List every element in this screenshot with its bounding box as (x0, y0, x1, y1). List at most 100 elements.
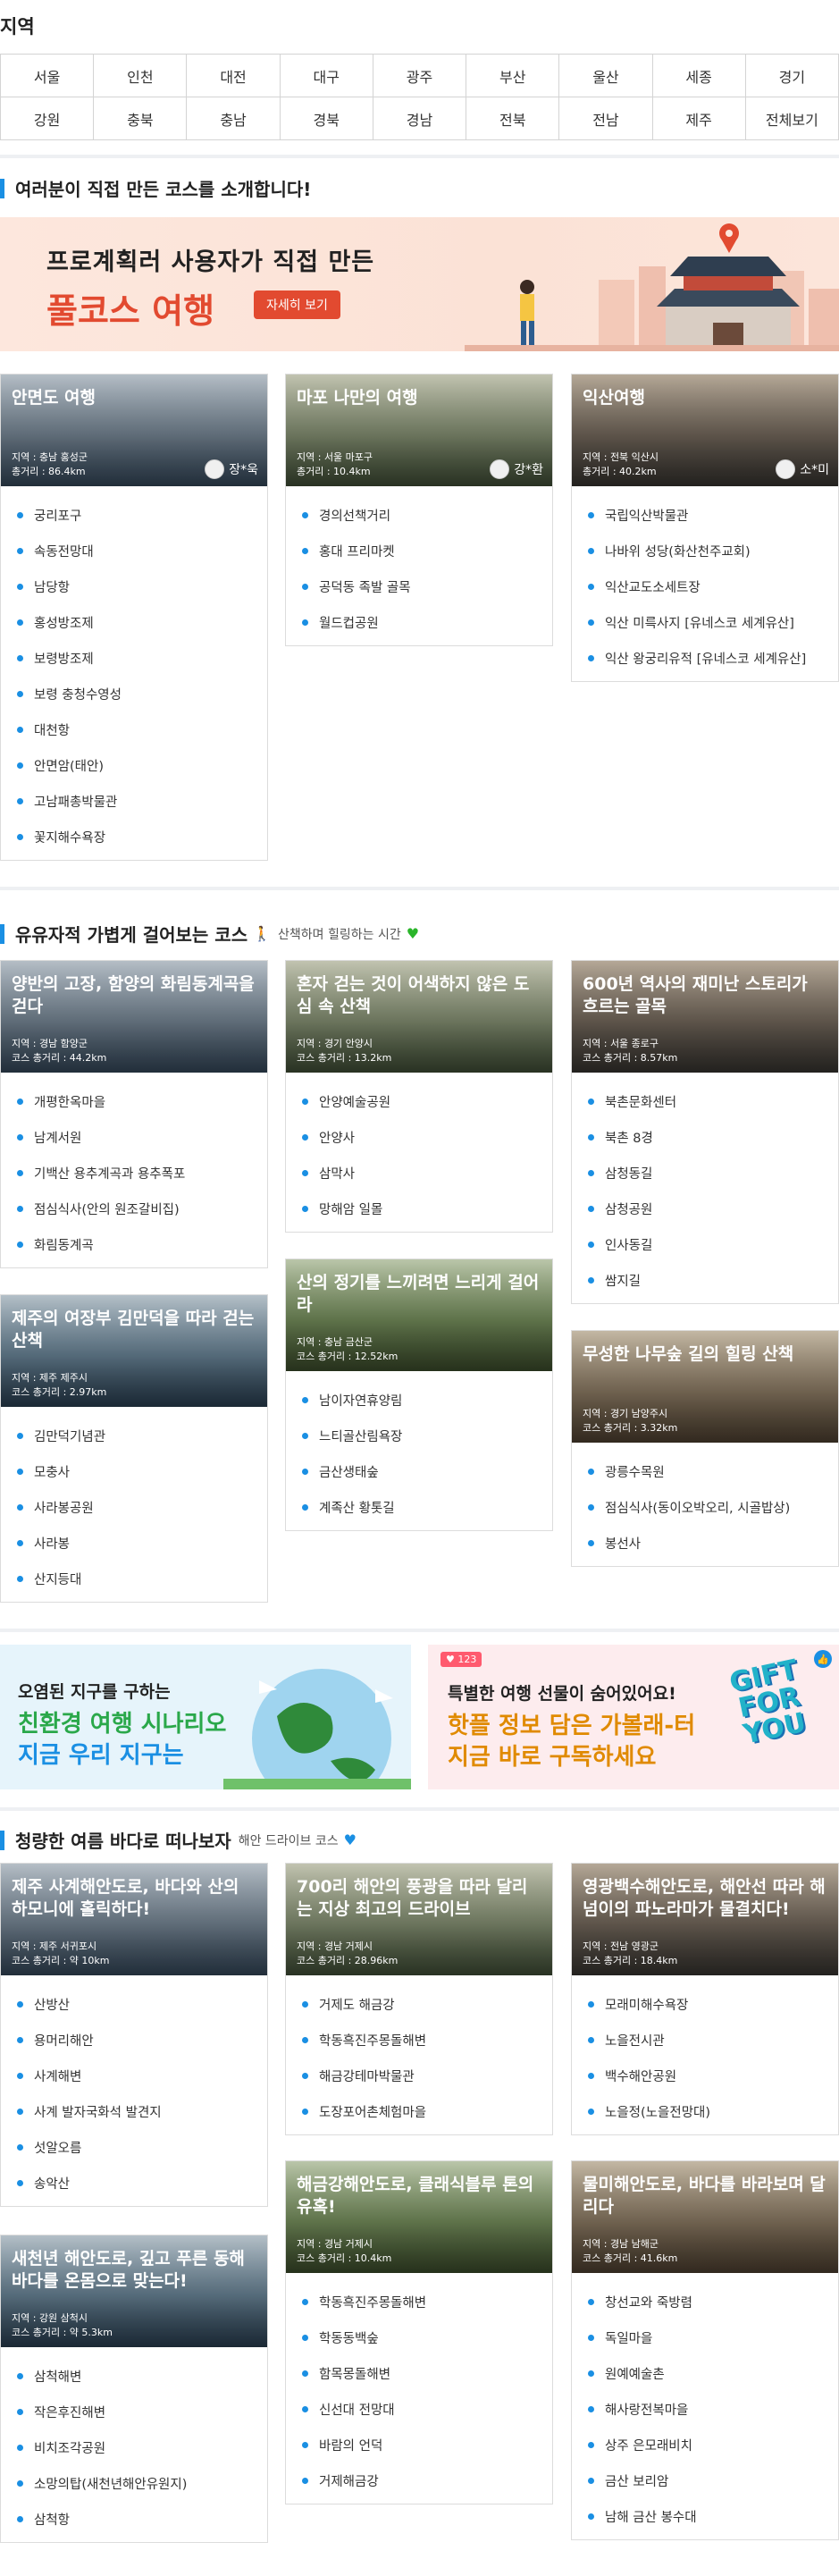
course-stop[interactable]: 백수해안공원 (588, 2058, 822, 2093)
course-stop[interactable]: 신선대 전망대 (302, 2391, 536, 2427)
course-card[interactable]: 700리 해안의 풍광을 따라 달리는 지상 최고의 드라이브 지역 : 경남 거… (285, 1863, 553, 2135)
course-stop[interactable]: 화림동계곡 (17, 1226, 251, 1262)
course-stop[interactable]: 북촌문화센터 (588, 1083, 822, 1119)
course-stop[interactable]: 점심식사(동이오박오리, 시골밥상) (588, 1489, 822, 1525)
course-stop[interactable]: 삼막사 (302, 1155, 536, 1191)
course-stop[interactable]: 망해암 일몰 (302, 1191, 536, 1226)
course-stop[interactable]: 점심식사(안의 원조갈비집) (17, 1191, 251, 1226)
course-stop[interactable]: 남당항 (17, 568, 251, 604)
course-stop[interactable]: 꽃지해수욕장 (17, 819, 251, 854)
course-stop[interactable]: 계족산 황톳길 (302, 1489, 536, 1525)
course-stop[interactable]: 창선교와 죽방렴 (588, 2284, 822, 2319)
course-stop[interactable]: 궁리포구 (17, 497, 251, 533)
region-15[interactable]: 전남 (559, 97, 653, 140)
course-stop[interactable]: 익산교도소세트장 (588, 568, 822, 604)
course-stop[interactable]: 비치조각공원 (17, 2429, 251, 2465)
course-stop[interactable]: 함목몽돌해변 (302, 2355, 536, 2391)
region-8[interactable]: 경기 (745, 55, 839, 97)
course-card[interactable]: 물미해안도로, 바다를 바라보며 달리다 지역 : 경남 남해군 코스 총거리 : … (571, 2160, 839, 2540)
course-stop[interactable]: 남계서원 (17, 1119, 251, 1155)
course-stop[interactable]: 쌈지길 (588, 1262, 822, 1298)
course-photo[interactable]: 혼자 걷는 것이 어색하지 않은 도심 속 산책 지역 : 경기 안양시 코스 총거… (286, 961, 552, 1073)
course-stop[interactable]: 안양사 (302, 1119, 536, 1155)
course-stop[interactable]: 섯알오름 (17, 2129, 251, 2165)
course-stop[interactable]: 고남패총박물관 (17, 783, 251, 819)
course-card[interactable]: 제주의 여장부 김만덕을 따라 걷는 산책 지역 : 제주 제주시 코스 총거리 :… (0, 1294, 268, 1603)
course-stop[interactable]: 모충사 (17, 1453, 251, 1489)
course-stop[interactable]: 안면암(태안) (17, 747, 251, 783)
course-stop[interactable]: 원예예술촌 (588, 2355, 822, 2391)
course-photo[interactable]: 제주 사계해안도로, 바다와 산의 하모니에 홀릭하다! 지역 : 제주 서귀포시… (1, 1864, 267, 1975)
course-stop[interactable]: 산방산 (17, 1986, 251, 2022)
course-photo[interactable]: 영광백수해안도로, 해안선 따라 해넘이의 파노라마가 물결치다! 지역 : 전남… (572, 1864, 838, 1975)
course-photo[interactable]: 익산여행 지역 : 전북 익산시 총거리 : 40.2km 소*미 (572, 375, 838, 486)
course-photo[interactable]: 700리 해안의 풍광을 따라 달리는 지상 최고의 드라이브 지역 : 경남 거… (286, 1864, 552, 1975)
course-stop[interactable]: 북촌 8경 (588, 1119, 822, 1155)
course-stop[interactable]: 보령방조제 (17, 640, 251, 676)
subscription-banner[interactable]: ♥ 123 특별한 여행 선물이 숨어있어요! 핫플 정보 담은 가볼래-터 지… (428, 1645, 839, 1789)
region-9[interactable]: 강원 (1, 97, 95, 140)
course-stop[interactable]: 송악산 (17, 2165, 251, 2201)
course-stop[interactable]: 나바위 성당(화산천주교회) (588, 533, 822, 568)
course-stop[interactable]: 개평한옥마을 (17, 1083, 251, 1119)
course-stop[interactable]: 모래미해수욕장 (588, 1986, 822, 2022)
course-photo[interactable]: 양반의 고장, 함양의 화림동계곡을 걷다 지역 : 경남 함양군 코스 총거리 :… (1, 961, 267, 1073)
course-stop[interactable]: 사라봉 (17, 1525, 251, 1561)
course-stop[interactable]: 금산 보리암 (588, 2462, 822, 2498)
course-photo[interactable]: 해금강해안도로, 클래식블루 톤의 유혹! 지역 : 경남 거제시 코스 총거리 :… (286, 2161, 552, 2273)
region-14[interactable]: 전북 (466, 97, 560, 140)
course-stop[interactable]: 노을전시관 (588, 2022, 822, 2058)
course-stop[interactable]: 해사랑전복마을 (588, 2391, 822, 2427)
course-stop[interactable]: 광릉수목원 (588, 1453, 822, 1489)
course-stop[interactable]: 익산 미륵사지 [유네스코 세계유산] (588, 604, 822, 640)
course-stop[interactable]: 작은후진해변 (17, 2394, 251, 2429)
course-stop[interactable]: 인사동길 (588, 1226, 822, 1262)
course-stop[interactable]: 남이자연휴양림 (302, 1382, 536, 1418)
course-card[interactable]: 마포 나만의 여행 지역 : 서울 마포구 총거리 : 10.4km 강*환 경의선책거… (285, 374, 553, 646)
course-stop[interactable]: 월드컵공원 (302, 604, 536, 640)
course-card[interactable]: 해금강해안도로, 클래식블루 톤의 유혹! 지역 : 경남 거제시 코스 총거리 :… (285, 2160, 553, 2504)
course-stop[interactable]: 삼척해변 (17, 2358, 251, 2394)
course-card[interactable]: 산의 정기를 느끼려면 느리게 걸어라 지역 : 충남 금산군 코스 총거리 : 1… (285, 1259, 553, 1531)
course-stop[interactable]: 사계해변 (17, 2058, 251, 2093)
course-stop[interactable]: 도장포어촌체험마을 (302, 2093, 536, 2129)
course-stop[interactable]: 해금강테마박물관 (302, 2058, 536, 2093)
course-stop[interactable]: 거제해금강 (302, 2462, 536, 2498)
course-card[interactable]: 제주 사계해안도로, 바다와 산의 하모니에 홀릭하다! 지역 : 제주 서귀포시… (0, 1863, 268, 2207)
course-stop[interactable]: 김만덕기념관 (17, 1418, 251, 1453)
course-photo[interactable]: 마포 나만의 여행 지역 : 서울 마포구 총거리 : 10.4km 강*환 (286, 375, 552, 486)
detail-button[interactable]: 자세히 보기 (254, 290, 340, 319)
course-stop[interactable]: 금산생태숲 (302, 1453, 536, 1489)
region-5[interactable]: 부산 (466, 55, 560, 97)
course-stop[interactable]: 사계 발자국화석 발견지 (17, 2093, 251, 2129)
course-stop[interactable]: 노을정(노을전망대) (588, 2093, 822, 2129)
region-10[interactable]: 충북 (94, 97, 188, 140)
course-stop[interactable]: 삼척항 (17, 2501, 251, 2537)
course-stop[interactable]: 기백산 용추계곡과 용추폭포 (17, 1155, 251, 1191)
course-photo[interactable]: 무성한 나무숲 길의 힐링 산책 지역 : 경기 남양주시 코스 총거리 : 3.3… (572, 1331, 838, 1443)
course-stop[interactable]: 학동흑진주몽돌해변 (302, 2022, 536, 2058)
course-photo[interactable]: 산의 정기를 느끼려면 느리게 걸어라 지역 : 충남 금산군 코스 총거리 : 1… (286, 1259, 552, 1371)
course-card[interactable]: 영광백수해안도로, 해안선 따라 해넘이의 파노라마가 물결치다! 지역 : 전남… (571, 1863, 839, 2135)
course-stop[interactable]: 산지등대 (17, 1561, 251, 1596)
region-12[interactable]: 경북 (280, 97, 373, 140)
region-6[interactable]: 울산 (559, 55, 653, 97)
course-stop[interactable]: 용머리해안 (17, 2022, 251, 2058)
course-card[interactable]: 안면도 여행 지역 : 충남 홍성군 총거리 : 86.4km 장*욱 궁리포구 속동전망… (0, 374, 268, 861)
course-stop[interactable]: 느티골산림욕장 (302, 1418, 536, 1453)
eco-travel-banner[interactable]: 오염된 지구를 구하는 친환경 여행 시나리오 지금 우리 지구는 (0, 1645, 411, 1789)
course-stop[interactable]: 보령 충청수영성 (17, 676, 251, 711)
course-stop[interactable]: 공덕동 족발 골목 (302, 568, 536, 604)
course-card[interactable]: 익산여행 지역 : 전북 익산시 총거리 : 40.2km 소*미국립익산박물관 나바위… (571, 374, 839, 682)
course-stop[interactable]: 독일마을 (588, 2319, 822, 2355)
region-0[interactable]: 서울 (1, 55, 95, 97)
course-stop[interactable]: 국립익산박물관 (588, 497, 822, 533)
course-stop[interactable]: 바람의 언덕 (302, 2427, 536, 2462)
course-photo[interactable]: 물미해안도로, 바다를 바라보며 달리다 지역 : 경남 남해군 코스 총거리 : … (572, 2161, 838, 2273)
region-7[interactable]: 세종 (652, 55, 746, 97)
course-stop[interactable]: 삼청공원 (588, 1191, 822, 1226)
course-photo[interactable]: 안면도 여행 지역 : 충남 홍성군 총거리 : 86.4km 장*욱 (1, 375, 267, 486)
course-card[interactable]: 600년 역사의 재미난 스토리가 흐르는 골목 지역 : 서울 종로구 코스 총거… (571, 960, 839, 1304)
region-17[interactable]: 전체보기 (745, 97, 839, 140)
region-2[interactable]: 대전 (187, 55, 281, 97)
